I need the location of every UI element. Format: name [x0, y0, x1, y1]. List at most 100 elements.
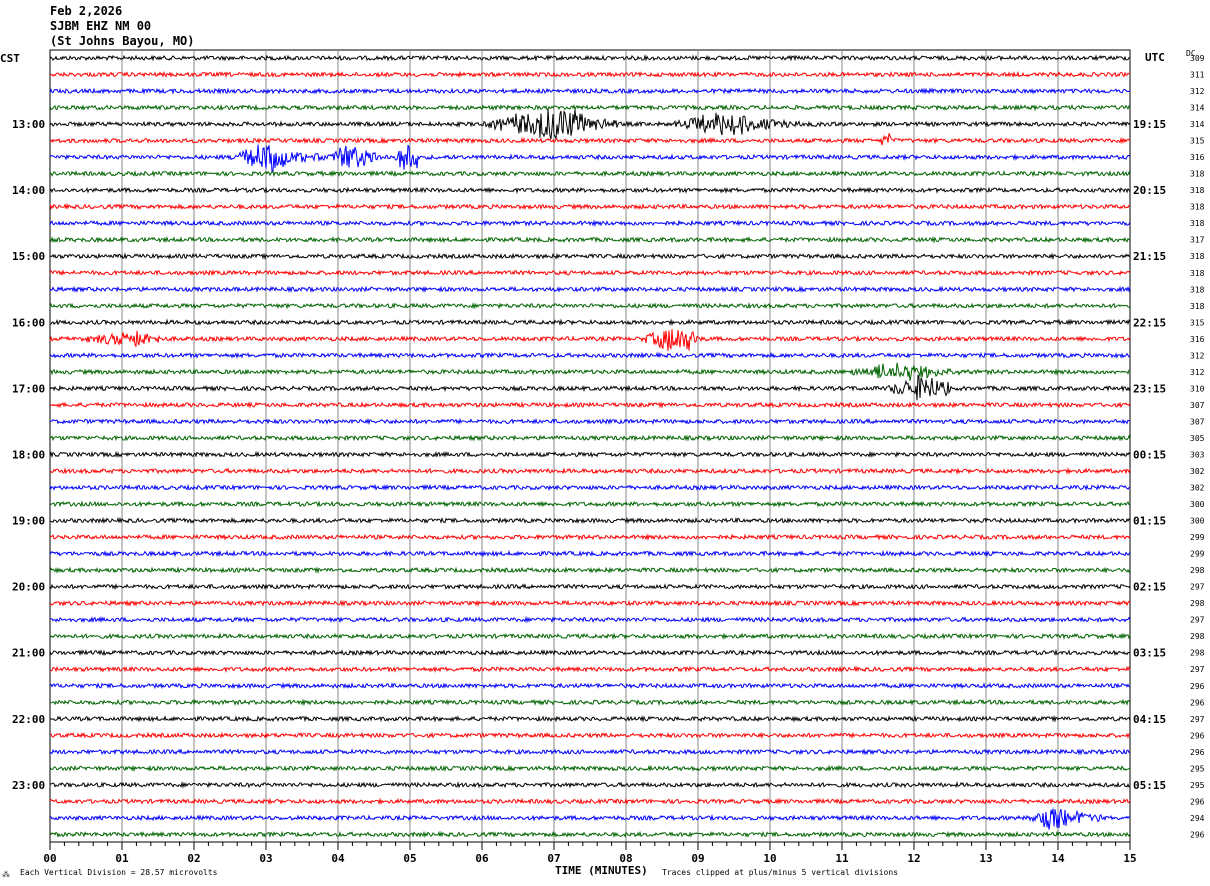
- footer-mark: ⁂: [2, 870, 10, 879]
- dc-offset-value: 299: [1190, 533, 1205, 542]
- utc-time-label: 04:15: [1133, 713, 1166, 726]
- trace-row: [49, 235, 1131, 244]
- dc-offset-value: 296: [1190, 682, 1205, 691]
- dc-offset-value: 312: [1190, 87, 1205, 96]
- trace-row: [49, 103, 1131, 112]
- cst-time-label: 14:00: [12, 184, 45, 197]
- trace-row: [49, 202, 1130, 211]
- scale-label: Each Vertical Division = 28.57 microvolt…: [20, 868, 218, 877]
- x-tick-label: 15: [1123, 852, 1136, 865]
- trace-row: [49, 781, 1131, 789]
- x-tick-label: 05: [403, 852, 416, 865]
- trace-row: [49, 186, 1131, 195]
- dc-offset-value: 296: [1190, 830, 1205, 839]
- trace-row: [49, 648, 1131, 657]
- dc-offset-value: 318: [1190, 219, 1205, 228]
- trace-row: [49, 715, 1131, 723]
- dc-offset-value: 318: [1190, 302, 1205, 311]
- trace-row: [49, 374, 1131, 401]
- trace-row: [49, 808, 1131, 830]
- trace-row: [49, 549, 1131, 558]
- dc-offset-value: 314: [1190, 104, 1205, 113]
- dc-offset-value: 296: [1190, 698, 1205, 707]
- dc-offset-value: 317: [1190, 236, 1205, 245]
- dc-offset-value: 315: [1190, 318, 1205, 327]
- dc-offset-value: 318: [1190, 170, 1205, 179]
- dc-label: DC: [1186, 49, 1196, 58]
- dc-offset-value: 296: [1190, 731, 1205, 740]
- utc-time-label: 19:15: [1133, 118, 1166, 131]
- utc-time-label: 05:15: [1133, 779, 1166, 792]
- trace-row: [49, 500, 1131, 508]
- x-tick-label: 11: [835, 852, 849, 865]
- trace-row: [49, 583, 1131, 591]
- x-tick-label: 13: [979, 852, 992, 865]
- trace-row: [49, 219, 1131, 228]
- cst-time-label: 20:00: [12, 581, 45, 594]
- trace-row: [49, 434, 1131, 442]
- trace-row: [49, 318, 1131, 327]
- dc-offset-value: 298: [1190, 632, 1205, 641]
- utc-time-label: 01:15: [1133, 515, 1166, 528]
- trace-row: [49, 351, 1131, 360]
- dc-offset-value: 307: [1190, 417, 1205, 426]
- dc-offset-value: 316: [1190, 335, 1205, 344]
- x-tick-label: 00: [43, 852, 56, 865]
- dc-offset-value: 298: [1190, 599, 1205, 608]
- cst-time-label: 21:00: [12, 647, 45, 660]
- trace-row: [49, 252, 1131, 261]
- x-tick-label: 04: [331, 852, 345, 865]
- clip-label: Traces clipped at plus/minus 5 vertical …: [662, 868, 898, 877]
- trace-row: [49, 301, 1131, 310]
- utc-label: UTC: [1145, 51, 1165, 64]
- trace-row: [49, 269, 1131, 277]
- trace-row: [49, 615, 1131, 624]
- dc-offset-value: 295: [1190, 781, 1205, 790]
- dc-offset-value: 295: [1190, 764, 1205, 773]
- trace-row: [49, 632, 1131, 641]
- cst-time-label: 22:00: [12, 713, 45, 726]
- dc-offset-value: 315: [1190, 137, 1205, 146]
- trace-row: [49, 533, 1131, 542]
- trace-row: [49, 764, 1131, 773]
- seismogram-plot: 00 01 02 03 04 05 06 07 08 09 10 11 12 13 14 15CST 30931…: [0, 49, 1205, 879]
- dc-offset-value: 300: [1190, 517, 1205, 526]
- dc-offset-value: 312: [1190, 368, 1205, 377]
- cst-time-label: 19:00: [12, 515, 45, 528]
- x-tick-label: 14: [1051, 852, 1065, 865]
- plot-frame: [49, 49, 1131, 843]
- trace-row: [49, 401, 1131, 409]
- dc-offset-value: 298: [1190, 566, 1205, 575]
- dc-offset-value: 318: [1190, 203, 1205, 212]
- cst-time-label: 23:00: [12, 779, 45, 792]
- x-axis-label: TIME (MINUTES): [555, 864, 648, 877]
- trace-row: [49, 362, 1131, 381]
- trace-row: [49, 329, 1131, 351]
- dc-offset-value: 296: [1190, 797, 1205, 806]
- dc-offset-value: 300: [1190, 500, 1205, 509]
- trace-row: [49, 516, 1131, 525]
- trace-row: [49, 467, 1131, 475]
- x-tick-label: 09: [691, 852, 704, 865]
- dc-offset-value: 302: [1190, 467, 1205, 476]
- trace-row: [49, 109, 1131, 140]
- dc-offset-value: 318: [1190, 269, 1205, 278]
- utc-time-label: 00:15: [1133, 448, 1166, 461]
- dc-offset-value: 307: [1190, 401, 1205, 410]
- x-tick-label: 10: [763, 852, 776, 865]
- cst-time-label: CST: [0, 52, 20, 65]
- trace-row: [49, 830, 1131, 838]
- x-tick-label: 01: [115, 852, 129, 865]
- trace-row: [49, 731, 1131, 740]
- dc-offset-value: 318: [1190, 186, 1205, 195]
- dc-offset-value: 314: [1190, 120, 1205, 129]
- utc-time-label: 03:15: [1133, 647, 1166, 660]
- trace-row: [49, 285, 1131, 294]
- trace-row: [49, 417, 1130, 426]
- dc-offset-value: 318: [1190, 252, 1205, 261]
- trace-row: [49, 665, 1131, 674]
- cst-time-label: 16:00: [12, 316, 45, 329]
- trace-row: [49, 169, 1131, 178]
- trace-row: [49, 144, 1131, 173]
- trace-row: [49, 483, 1131, 492]
